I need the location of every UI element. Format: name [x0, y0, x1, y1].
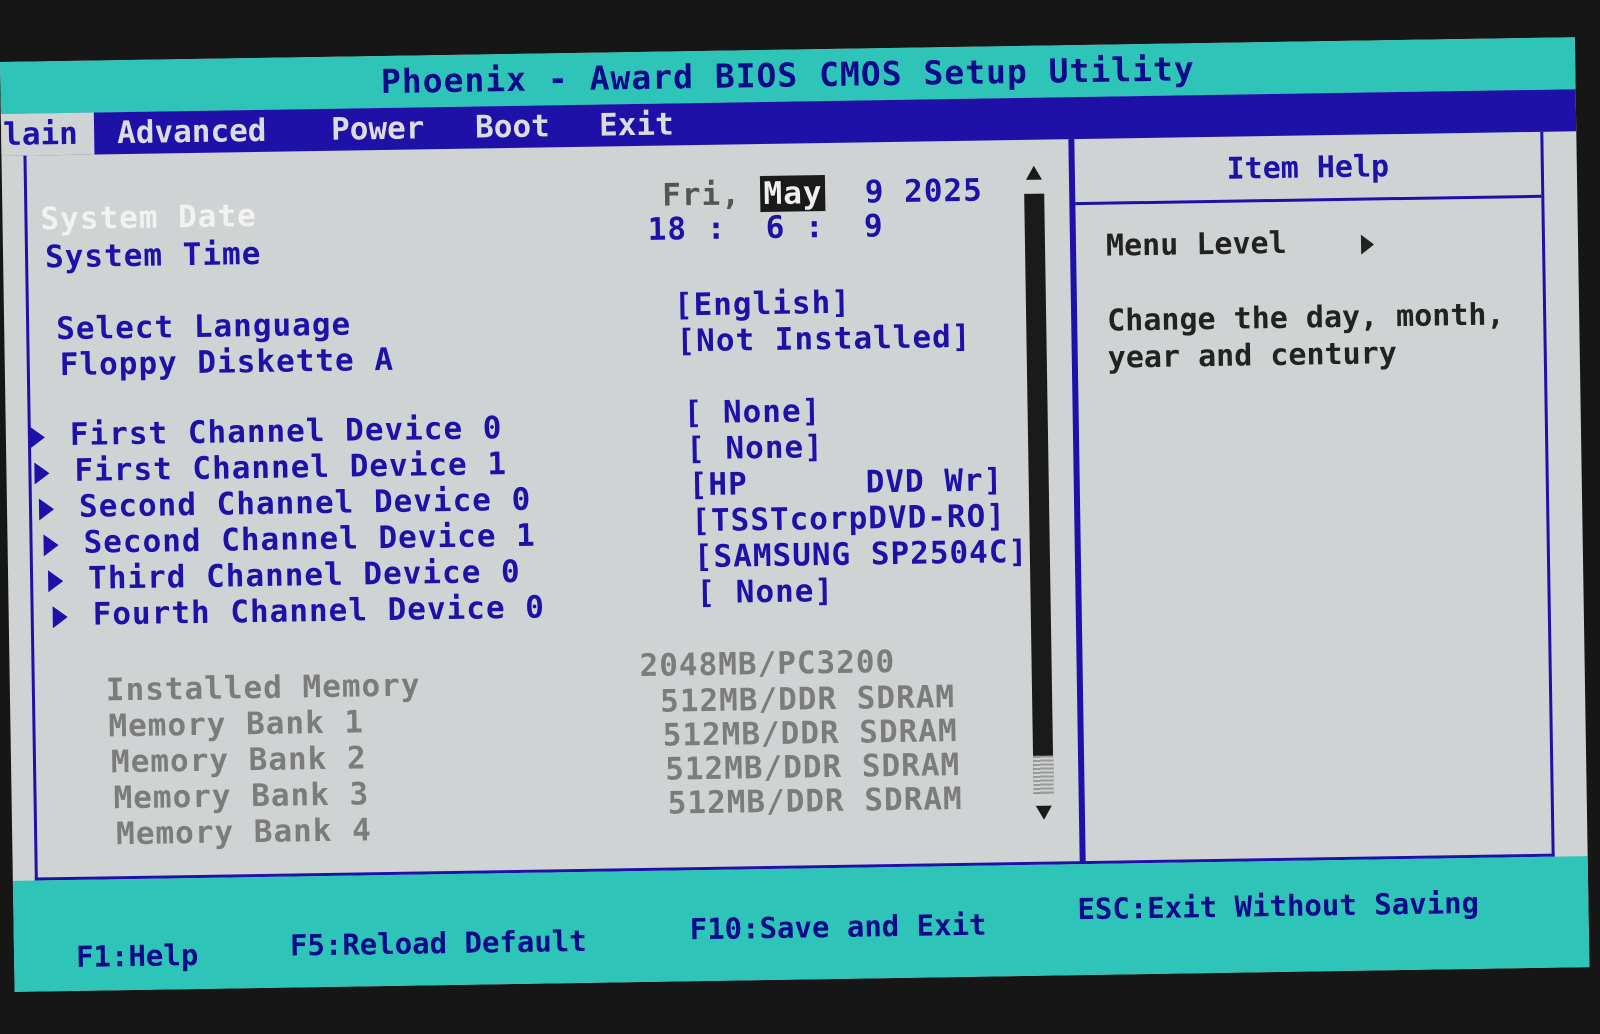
submenu-arrow-icon [52, 606, 68, 629]
system-date-value[interactable]: Fri, May 9 2025 [662, 173, 983, 214]
menu-level-label: Menu Level [1105, 225, 1287, 264]
submenu-arrow-icon [38, 498, 55, 521]
fourth-channel-device-0-value[interactable]: [ None] [696, 573, 834, 611]
select-language-label[interactable]: Select Language [56, 307, 351, 348]
floppy-diskette-value[interactable]: [Not Installed] [676, 319, 971, 360]
menu-level-arrow-icon [1360, 234, 1375, 255]
item-help-title: Item Help [1074, 131, 1542, 206]
fourth-channel-device-0-label[interactable]: Fourth Channel Device 0 [92, 590, 545, 633]
system-time-value[interactable]: 18 : 6 : 9 [647, 208, 884, 248]
second-channel-device-1-value[interactable]: [TSSTcorpDVD-RO] [691, 498, 1006, 539]
date-date[interactable]: 9 [865, 174, 885, 210]
first-channel-device-0-value[interactable]: [ None] [683, 393, 821, 431]
scrollbar-thumb[interactable] [1033, 755, 1054, 794]
menu-advanced[interactable]: Advanced [101, 110, 283, 155]
installed-memory-value: 2048MB/PC3200 [639, 644, 896, 685]
submenu-arrow-icon [47, 570, 64, 593]
item-help-panel: Item Help Menu Level Change the day, mon… [1071, 131, 1555, 865]
menu-boot[interactable]: Boot [459, 105, 566, 149]
first-channel-device-1-value[interactable]: [ None] [686, 429, 824, 467]
system-date-label[interactable]: System Date [40, 198, 257, 237]
f10-save-exit-hint: F10:Save and Exit [689, 907, 987, 947]
date-day: Fri, [661, 176, 742, 214]
f5-reload-default-hint: F5:Reload Default [289, 923, 587, 963]
date-year[interactable]: 2025 [904, 173, 983, 210]
menu-power[interactable]: Power [315, 107, 441, 151]
esc-exit-without-saving-hint: ESC:Exit Without Saving [1077, 885, 1480, 927]
select-language-value[interactable]: [English] [674, 285, 852, 324]
help-text-line-2: year and century [1107, 336, 1398, 376]
installed-memory-label: Installed Memory [105, 667, 421, 709]
memory-bank-3-label: Memory Bank 3 [113, 776, 370, 817]
submenu-arrow-icon [34, 462, 50, 485]
menu-main[interactable]: lain [0, 112, 95, 157]
footer-key-bar: F1:Help F5:Reload Default F10:Save and E… [12, 856, 1590, 992]
scroll-down-arrow-icon[interactable] [1035, 805, 1053, 820]
memory-bank-4-label: Memory Bank 4 [115, 812, 373, 853]
submenu-arrow-icon [29, 426, 46, 449]
bios-title: Phoenix - Award BIOS CMOS Setup Utility [380, 49, 1195, 102]
memory-bank-4-value: 512MB/DDR SDRAM [667, 780, 963, 822]
f1-help-hint: F1:Help [75, 937, 199, 974]
third-channel-device-0-value[interactable]: [SAMSUNG SP2504C] [694, 534, 1029, 575]
bios-screen: Phoenix - Award BIOS CMOS Setup Utility … [0, 37, 1590, 992]
memory-bank-1-label: Memory Bank 1 [108, 704, 365, 745]
memory-bank-2-label: Memory Bank 2 [110, 740, 367, 781]
menu-exit[interactable]: Exit [583, 103, 690, 147]
help-text-line-1: Change the day, month, [1106, 297, 1505, 339]
floppy-diskette-label[interactable]: Floppy Diskette A [59, 342, 394, 383]
date-month[interactable]: May [760, 175, 826, 213]
menu-main-label: lain [2, 115, 79, 153]
submenu-arrow-icon [43, 534, 59, 557]
scroll-up-arrow-icon[interactable] [1025, 165, 1042, 180]
system-time-label[interactable]: System Time [45, 236, 262, 275]
second-channel-device-0-value[interactable]: [HP DVD Wr] [688, 462, 1003, 503]
